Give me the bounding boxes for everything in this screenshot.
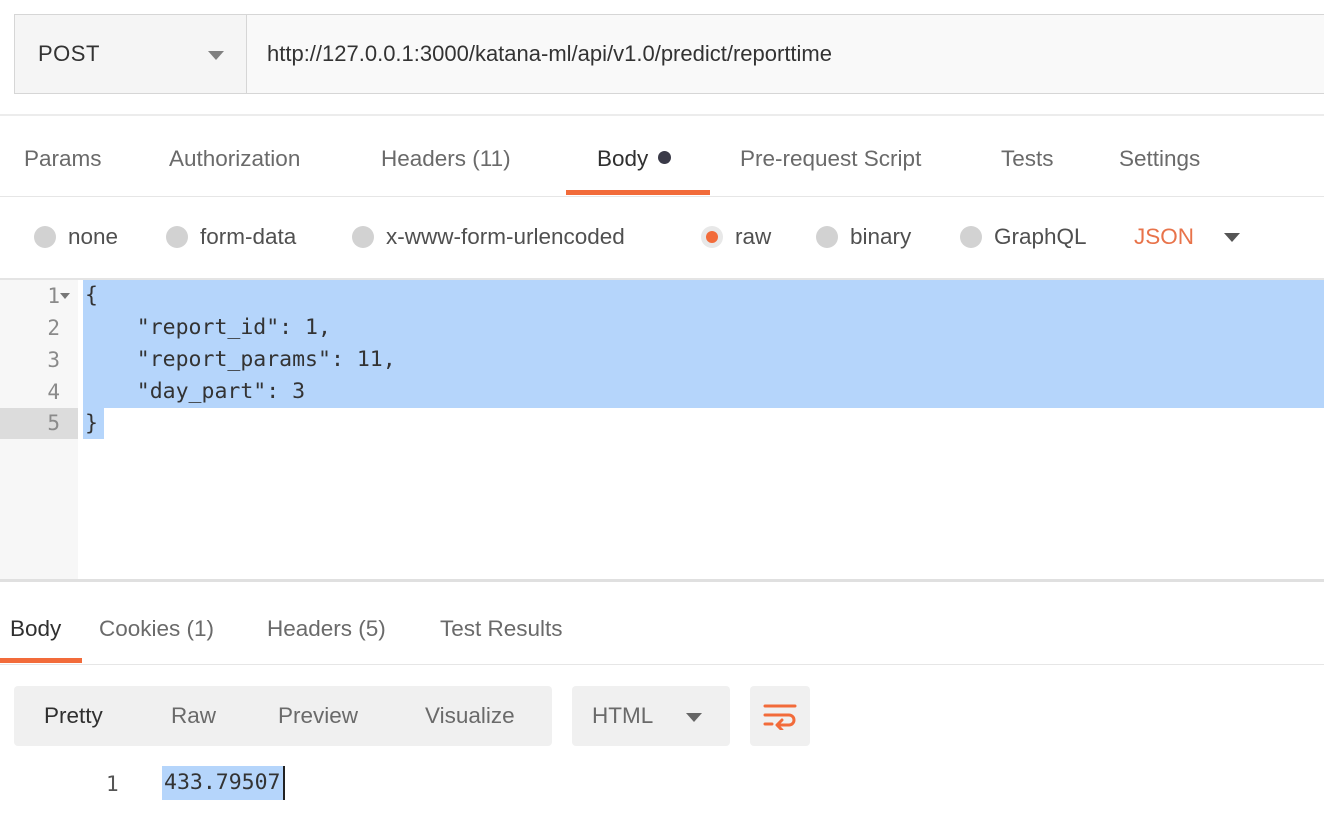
tab-tests[interactable]: Tests <box>1001 146 1054 172</box>
line-number: 2 <box>47 316 60 340</box>
divider <box>0 664 1324 665</box>
chevron-down-icon <box>208 51 224 60</box>
tab-label: Body <box>597 146 649 171</box>
view-raw-button[interactable]: Raw <box>171 686 216 746</box>
request-body-editor[interactable]: 1 2 3 4 5 { "report_id": 1, "report_para… <box>0 280 1324 579</box>
radio-binary[interactable]: binary <box>816 224 911 250</box>
wrap-lines-button[interactable] <box>750 686 810 746</box>
response-tab-headers[interactable]: Headers (5) <box>267 616 386 642</box>
chevron-down-icon <box>686 713 702 722</box>
radio-label: raw <box>735 224 772 249</box>
tab-label: Tests <box>1001 146 1054 171</box>
response-language-select[interactable]: HTML <box>572 686 730 746</box>
tab-label: Authorization <box>169 146 301 171</box>
radio-label: GraphQL <box>994 224 1087 249</box>
code-line: "day_part": 3 <box>85 379 306 404</box>
tab-label: Cookies (1) <box>99 616 215 641</box>
url-input[interactable]: http://127.0.0.1:3000/katana-ml/api/v1.0… <box>247 15 1324 93</box>
tab-label: Test Results <box>440 616 563 641</box>
code-line: "report_id": 1, <box>85 315 331 340</box>
tab-pre-request-script[interactable]: Pre-request Script <box>740 146 921 172</box>
method-label: POST <box>38 41 100 66</box>
active-tab-indicator <box>0 658 82 663</box>
radio-label: x-www-form-urlencoded <box>386 224 625 249</box>
tab-params[interactable]: Params <box>24 146 102 172</box>
radio-graphql[interactable]: GraphQL <box>960 224 1087 250</box>
radio-icon <box>816 226 838 248</box>
view-pretty-button[interactable]: Pretty <box>44 686 103 746</box>
line-number: 1 <box>47 284 60 308</box>
tab-label: Settings <box>1119 146 1201 171</box>
radio-x-www-form-urlencoded[interactable]: x-www-form-urlencoded <box>352 224 625 250</box>
response-tabs: Body Cookies (1) Headers (5) Test Result… <box>0 582 1324 664</box>
request-bar: POST http://127.0.0.1:3000/katana-ml/api… <box>14 14 1324 94</box>
tab-body[interactable]: Body <box>597 146 672 172</box>
radio-label: form-data <box>200 224 297 249</box>
view-visualize-button[interactable]: Visualize <box>425 686 515 746</box>
view-preview-button[interactable]: Preview <box>278 686 358 746</box>
radio-icon <box>352 226 374 248</box>
wrap-lines-icon <box>763 704 797 730</box>
method-select[interactable]: POST <box>15 15 247 93</box>
radio-none[interactable]: none <box>34 224 118 250</box>
chevron-down-icon <box>1224 232 1241 242</box>
radio-label: binary <box>850 224 912 249</box>
response-language-label: HTML <box>592 703 654 728</box>
radio-icon <box>166 226 188 248</box>
tab-label: Headers (5) <box>267 616 386 641</box>
code-line: "report_params": 11, <box>85 347 396 372</box>
body-format-select[interactable]: JSON <box>1134 224 1241 250</box>
radio-icon <box>34 226 56 248</box>
response-body-value[interactable]: 433.79507 <box>162 766 285 800</box>
line-number: 4 <box>47 380 60 404</box>
fold-arrow-icon[interactable] <box>60 293 70 299</box>
tab-label: Body <box>10 616 62 641</box>
line-number: 3 <box>47 348 60 372</box>
radio-form-data[interactable]: form-data <box>166 224 296 250</box>
request-tabs: Params Authorization Headers (11) Body P… <box>0 116 1324 196</box>
divider <box>0 196 1324 197</box>
body-mode-options: none form-data x-www-form-urlencoded raw… <box>0 214 1324 264</box>
tab-label: Pre-request Script <box>740 146 922 171</box>
tab-authorization[interactable]: Authorization <box>169 146 300 172</box>
radio-label: none <box>68 224 119 249</box>
response-line-number: 1 <box>106 772 119 796</box>
radio-icon <box>960 226 982 248</box>
response-tab-test-results[interactable]: Test Results <box>440 616 563 642</box>
tab-settings[interactable]: Settings <box>1119 146 1200 172</box>
code-line: { <box>85 283 98 308</box>
modified-dot-icon <box>658 151 672 164</box>
radio-selected-icon <box>701 226 723 248</box>
radio-raw[interactable]: raw <box>701 224 771 250</box>
body-format-label: JSON <box>1134 224 1195 249</box>
active-tab-indicator <box>566 190 710 195</box>
tab-headers[interactable]: Headers (11) <box>381 146 511 172</box>
tab-label: Headers (11) <box>381 146 511 171</box>
response-view-mode-group: Pretty Raw Preview Visualize <box>14 686 552 746</box>
code-line: } <box>85 411 98 436</box>
tab-label: Params <box>24 146 102 171</box>
response-tab-cookies[interactable]: Cookies (1) <box>99 616 214 642</box>
response-tab-body[interactable]: Body <box>10 616 61 642</box>
line-number: 5 <box>0 408 78 439</box>
